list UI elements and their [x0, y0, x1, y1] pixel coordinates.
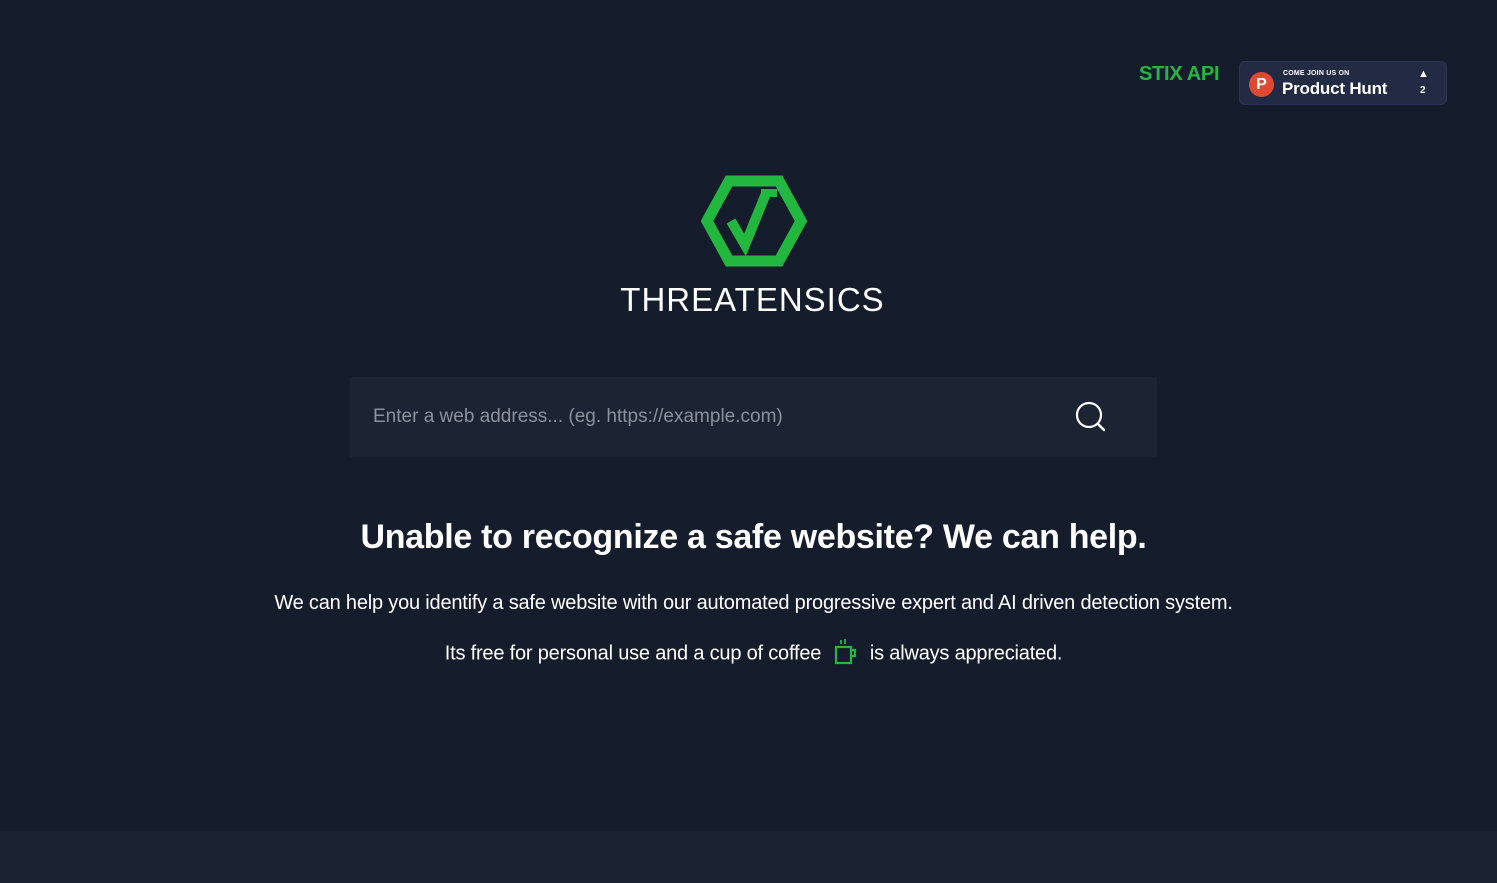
brand-name: THREATENSICS [620, 281, 885, 318]
coffee-cup-icon[interactable] [833, 638, 859, 666]
stix-api-link[interactable]: STIX API [1139, 63, 1220, 86]
coffee-text-after: is always appreciated. [869, 642, 1063, 665]
headline: Unable to recognize a safe website? We c… [360, 518, 1147, 556]
coffee-line: Its free for personal use and a cup of c… [0, 638, 1497, 670]
upvote-count: 2 [1420, 85, 1426, 96]
search-button[interactable] [1070, 397, 1110, 437]
search-bar [350, 377, 1157, 457]
hexagon-check-icon [701, 175, 807, 267]
coffee-text-before: Its free for personal use and a cup of c… [444, 642, 822, 665]
upvote-arrow-icon: ▲ [1418, 68, 1429, 80]
url-search-input[interactable] [350, 377, 1050, 457]
search-icon [1075, 401, 1106, 432]
page: STIX API P COME JOIN US ON Product Hunt … [0, 0, 1497, 883]
footer [0, 831, 1497, 883]
product-hunt-caption: COME JOIN US ON [1283, 70, 1350, 77]
product-hunt-badge[interactable]: P COME JOIN US ON Product Hunt ▲ 2 [1239, 61, 1447, 105]
description: We can help you identify a safe website … [274, 592, 1233, 614]
product-hunt-logo-icon: P [1249, 72, 1274, 97]
product-hunt-title: Product Hunt [1282, 79, 1388, 98]
